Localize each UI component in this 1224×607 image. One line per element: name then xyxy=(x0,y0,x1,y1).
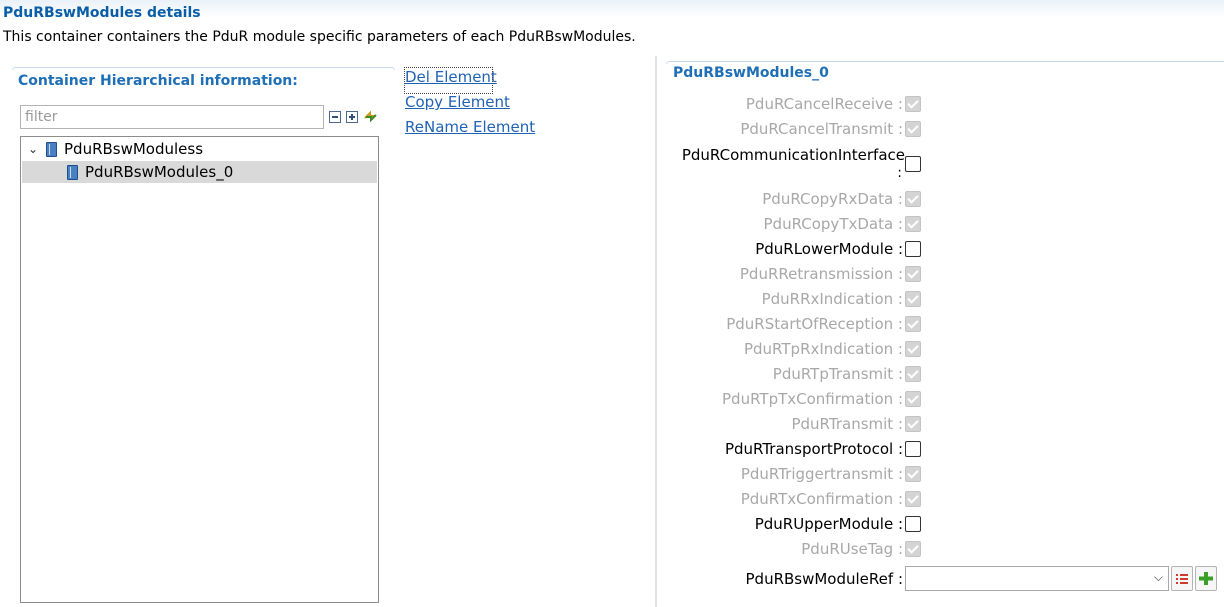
param-checkbox-transmit xyxy=(905,416,921,432)
param-label-trigger-transmit: PduRTriggertransmit : xyxy=(740,465,903,483)
bsw-module-ref-select[interactable]: ⌵ xyxy=(905,566,1169,591)
param-label-copy-rx-data: PduRCopyRxData : xyxy=(762,190,903,208)
sync-icon[interactable] xyxy=(362,108,379,125)
add-plus-icon xyxy=(1199,572,1213,585)
page-title: PduRBswModules details xyxy=(3,5,201,21)
param-checkbox-transport-protocol[interactable] xyxy=(905,441,921,457)
param-label-start-of-reception: PduRStartOfReception : xyxy=(726,315,903,333)
param-checkbox-retransmission xyxy=(905,266,921,282)
param-checkbox-upper-module[interactable] xyxy=(905,516,921,532)
list-references-button[interactable] xyxy=(1171,566,1193,591)
del-element-link[interactable]: Del Element xyxy=(404,67,497,94)
hierarchy-tree: ⌄ PduRBswModuless PduRBswModules_0 xyxy=(20,136,379,603)
module-book-icon xyxy=(46,141,57,157)
section-border xyxy=(12,67,395,70)
rename-element-link[interactable]: ReName Element xyxy=(405,118,535,143)
param-label-retransmission: PduRRetransmission : xyxy=(739,265,903,283)
param-label-tp-tx-confirmation: PduRTpTxConfirmation : xyxy=(722,390,903,408)
param-label-copy-tx-data: PduRCopyTxData : xyxy=(763,215,903,233)
element-actions: Del Element Copy Element ReName Element xyxy=(404,67,535,143)
param-checkbox-rx-indication xyxy=(905,291,921,307)
param-checkbox-communication-interface[interactable] xyxy=(905,156,921,172)
chevron-down-icon[interactable]: ⌄ xyxy=(26,142,40,156)
param-checkbox-cancel-transmit xyxy=(905,121,921,137)
parameters-title: PduRBswModules_0 xyxy=(673,65,829,81)
section-border xyxy=(666,61,1224,64)
param-checkbox-lower-module[interactable] xyxy=(905,241,921,257)
param-checkbox-tx-confirmation xyxy=(905,491,921,507)
param-label-rx-indication: PduRRxIndication : xyxy=(761,290,903,308)
panel-divider[interactable] xyxy=(655,56,657,607)
list-icon xyxy=(1176,574,1188,584)
chevron-down-icon[interactable]: ⌵ xyxy=(1154,570,1163,585)
collapse-all-icon[interactable] xyxy=(329,111,341,123)
param-label-cancel-receive: PduRCancelReceive : xyxy=(745,95,903,113)
tree-node-child[interactable]: PduRBswModules_0 xyxy=(22,161,377,183)
hierarchy-title: Container Hierarchical information: xyxy=(18,73,298,89)
details-header: PduRBswModules details This container co… xyxy=(0,0,1224,50)
filter-input[interactable] xyxy=(20,105,324,129)
tree-node-child-label: PduRBswModules_0 xyxy=(85,163,234,181)
param-label-cancel-transmit: PduRCancelTransmit : xyxy=(740,120,903,138)
param-label-transmit: PduRTransmit : xyxy=(791,415,903,433)
tree-node-root-label: PduRBswModuless xyxy=(64,140,204,158)
page-description: This container containers the PduR modul… xyxy=(3,29,636,45)
param-label-use-tag: PduRUseTag : xyxy=(801,540,903,558)
module-book-icon xyxy=(67,164,78,180)
param-checkbox-tp-rx-indication xyxy=(905,341,921,357)
copy-element-link[interactable]: Copy Element xyxy=(405,93,535,118)
param-checkbox-use-tag xyxy=(905,541,921,557)
param-checkbox-copy-tx-data xyxy=(905,216,921,232)
param-label-upper-module: PduRUpperModule : xyxy=(754,515,903,533)
param-checkbox-cancel-receive xyxy=(905,96,921,112)
param-checkbox-start-of-reception xyxy=(905,316,921,332)
expand-all-icon[interactable] xyxy=(346,111,358,123)
param-label-lower-module: PduRLowerModule : xyxy=(755,240,903,258)
param-label-tp-rx-indication: PduRTpRxIndication : xyxy=(743,340,903,358)
param-label-tx-confirmation: PduRTxConfirmation : xyxy=(740,490,903,508)
param-label-communication-interface: PduRCommunicationInterface xyxy=(681,146,905,164)
param-label-transport-protocol: PduRTransportProtocol : xyxy=(724,440,903,458)
param-checkbox-copy-rx-data xyxy=(905,191,921,207)
parameters-section: PduRBswModules_0 xyxy=(666,61,1224,607)
param-checkbox-tp-tx-confirmation xyxy=(905,391,921,407)
add-reference-button[interactable] xyxy=(1195,566,1217,591)
tree-node-root[interactable]: ⌄ PduRBswModuless xyxy=(26,138,203,160)
param-label-communication-interface-colon: : xyxy=(897,165,902,181)
param-checkbox-tp-transmit xyxy=(905,366,921,382)
param-checkbox-trigger-transmit xyxy=(905,466,921,482)
param-label-tp-transmit: PduRTpTransmit : xyxy=(772,365,903,383)
bsw-module-ref-label: PduRBswModuleRef : xyxy=(745,570,904,588)
